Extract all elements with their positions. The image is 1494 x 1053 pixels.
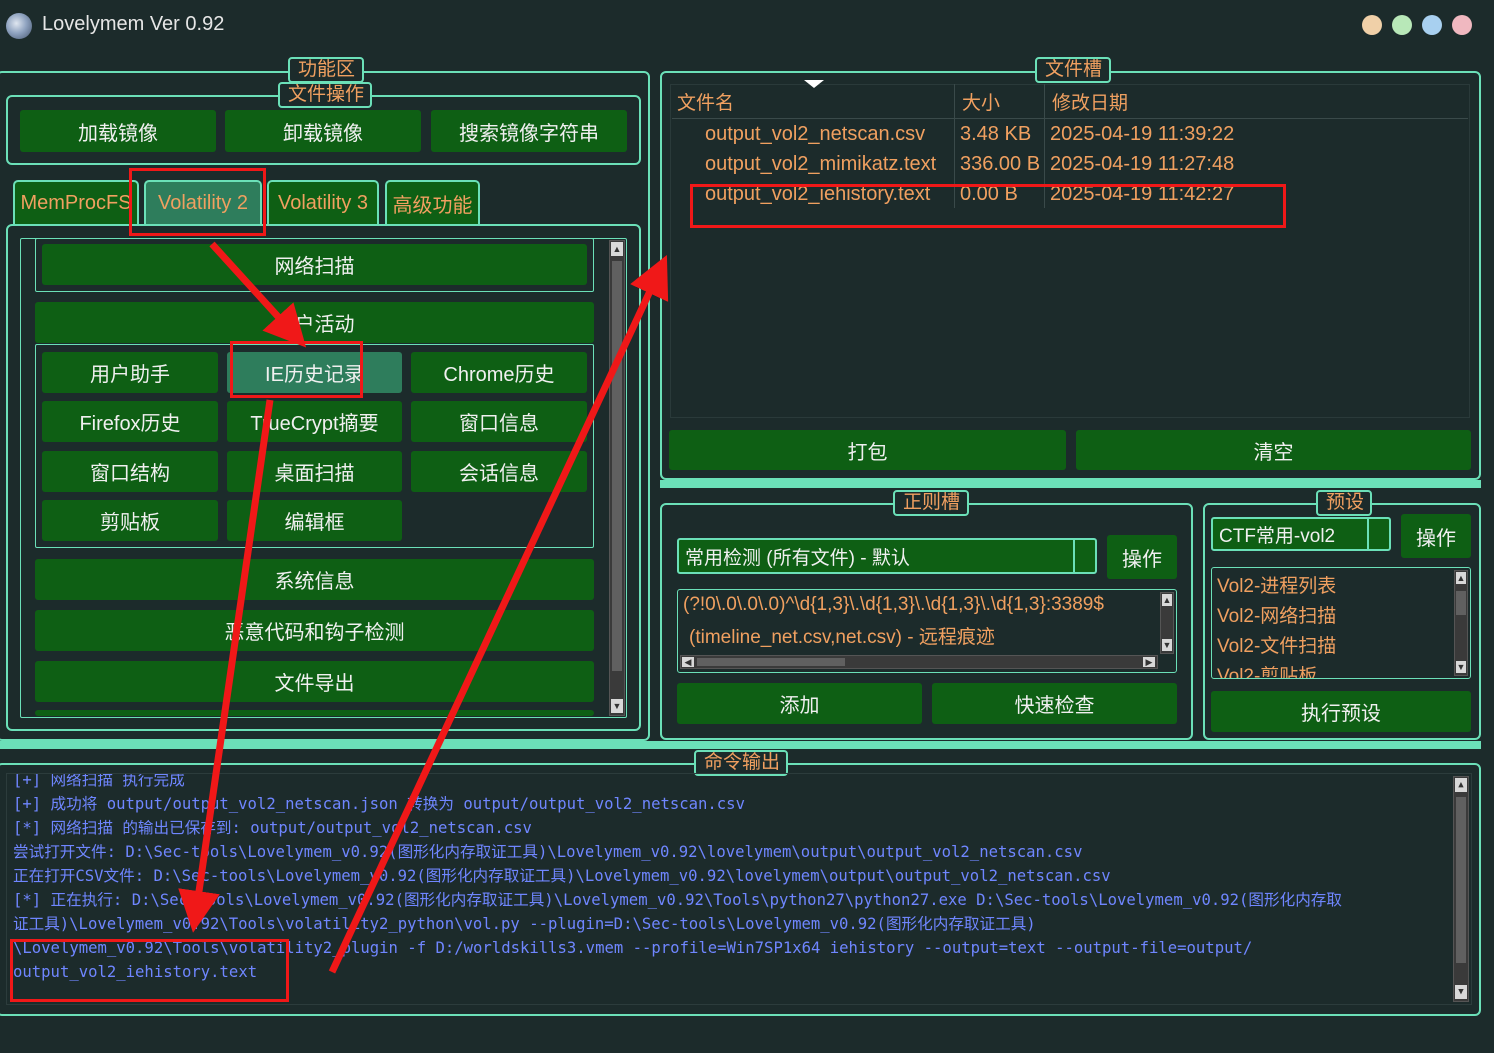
annotation-arrows <box>178 241 669 974</box>
annotation-arrow-button-to-console <box>178 399 274 933</box>
annotation-arrow-console-to-file <box>328 254 669 974</box>
annotation-arrow-tab-to-button <box>209 241 307 348</box>
